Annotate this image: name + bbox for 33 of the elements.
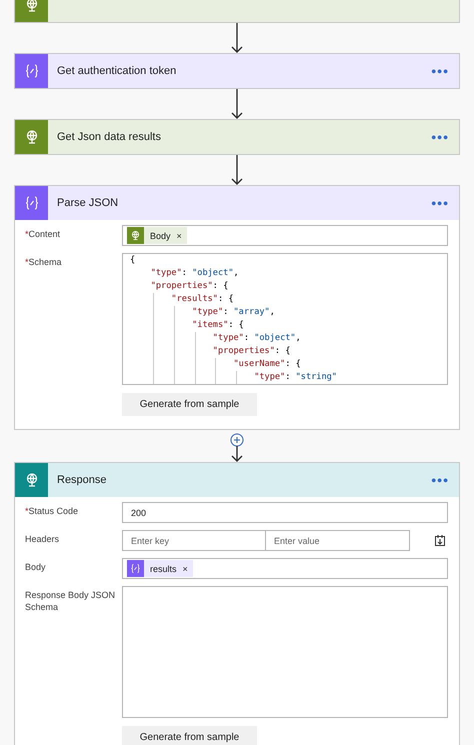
token-field[interactable]: Body × [122,225,448,246]
token-chip[interactable]: results × [127,560,193,577]
flow-arrow [231,155,243,185]
curly-braces-icon [24,195,40,211]
value-field[interactable]: Enter value [266,530,410,551]
field-label: Headers [25,533,60,546]
field-label: Response Body JSON Schema [25,589,116,614]
field-label: *Content [25,228,62,241]
more-options-button[interactable]: ••• [421,63,459,79]
more-options-button[interactable]: ••• [421,195,459,211]
field-label: *Schema [25,256,63,269]
generate-button[interactable]: Generate from sample [122,393,257,416]
action-title: Response [57,474,108,486]
generate-button[interactable]: Generate from sample [122,726,257,745]
globe-icon [130,230,141,241]
more-options-button[interactable]: ••• [421,472,459,488]
flow-arrow [231,89,243,119]
flow-arrow [231,23,243,53]
flow-arrow [231,445,243,462]
add-step-icon[interactable] [230,434,244,446]
curly-braces-icon [130,563,141,574]
field-label: Body [25,561,47,574]
curly-braces-icon [24,63,40,79]
input-field[interactable]: 200 [122,502,448,523]
code-editor[interactable]: { "type": "object", "properties": { "results": { "type": "array", "items": { "type": "object", "properties": { "userName": { "type": "string" [122,253,448,385]
token-field[interactable]: results × [122,558,448,579]
action-title: Parse JSON [57,197,120,209]
more-options-button[interactable]: ••• [421,129,459,145]
action-title: Get Json data results [57,131,162,143]
token-chip[interactable]: Body × [127,227,187,244]
key-field[interactable]: Enter key [122,530,266,551]
action-title: Get authentication token [57,65,178,77]
field-label: *Status Code [25,505,80,518]
